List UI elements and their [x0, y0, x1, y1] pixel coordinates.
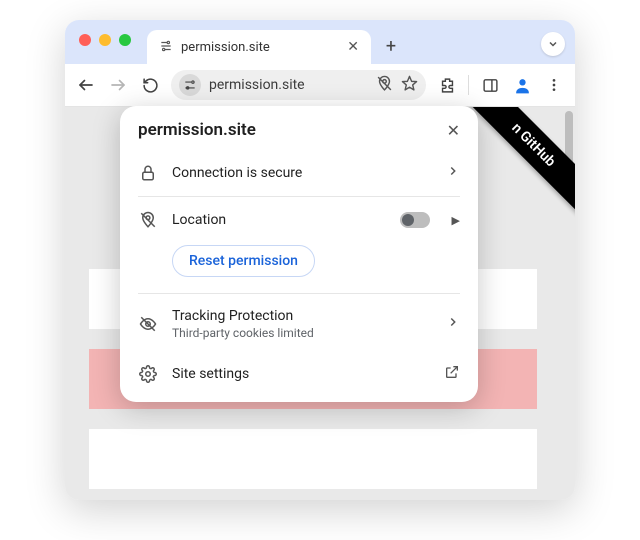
zoom-window-button[interactable]: [119, 34, 131, 46]
omnibox-url: permission.site: [209, 77, 368, 93]
divider: [138, 196, 460, 197]
profile-button[interactable]: [507, 70, 537, 100]
connection-secure-row[interactable]: Connection is secure: [138, 152, 460, 194]
reset-permission-button[interactable]: Reset permission: [172, 245, 315, 277]
location-permission-row: Location ▶: [138, 199, 460, 241]
omnibox[interactable]: permission.site: [171, 70, 426, 100]
tune-icon: [159, 39, 173, 56]
connection-secure-label: Connection is secure: [172, 165, 302, 181]
location-off-icon: [138, 211, 158, 229]
site-info-popup: permission.site ✕ Connection is secure L…: [120, 106, 478, 402]
close-window-button[interactable]: [79, 34, 91, 46]
chevron-right-icon: [446, 315, 460, 333]
tab-close-button[interactable]: ✕: [347, 39, 359, 55]
browser-tab[interactable]: permission.site ✕: [147, 30, 371, 64]
location-blocked-icon[interactable]: [376, 75, 393, 96]
new-tab-button[interactable]: +: [377, 32, 405, 60]
tracking-protection-label: Tracking Protection: [172, 308, 314, 324]
side-panel-button[interactable]: [475, 70, 505, 100]
tracking-protection-row[interactable]: Tracking Protection Third-party cookies …: [138, 296, 460, 352]
gear-icon: [138, 365, 158, 383]
popup-site-name: permission.site: [138, 120, 256, 140]
popup-close-button[interactable]: ✕: [447, 121, 460, 140]
divider: [138, 293, 460, 294]
chevron-right-icon: [446, 164, 460, 182]
site-info-button[interactable]: [179, 74, 201, 96]
toolbar-separator: [468, 75, 469, 95]
toolbar: permission.site: [65, 64, 575, 107]
reload-button[interactable]: [135, 70, 165, 100]
chrome-menu-button[interactable]: [539, 70, 569, 100]
minimize-window-button[interactable]: [99, 34, 111, 46]
forward-button[interactable]: [103, 70, 133, 100]
eye-off-icon: [138, 315, 158, 333]
location-permission-label: Location: [172, 212, 226, 228]
expand-triangle-icon[interactable]: ▶: [452, 214, 460, 227]
back-button[interactable]: [71, 70, 101, 100]
tab-title: permission.site: [181, 40, 270, 55]
window-controls: [79, 34, 131, 46]
lock-icon: [138, 164, 158, 182]
open-external-icon: [444, 364, 460, 384]
tracking-protection-subtitle: Third-party cookies limited: [172, 326, 314, 340]
bookmark-star-icon[interactable]: [401, 75, 418, 96]
window-menu-button[interactable]: [541, 32, 565, 56]
extensions-button[interactable]: [432, 70, 462, 100]
site-settings-row[interactable]: Site settings: [138, 352, 460, 396]
site-settings-label: Site settings: [172, 366, 249, 382]
permission-card[interactable]: [89, 429, 537, 489]
tab-strip: permission.site ✕ +: [65, 20, 575, 64]
location-toggle[interactable]: [400, 212, 430, 228]
